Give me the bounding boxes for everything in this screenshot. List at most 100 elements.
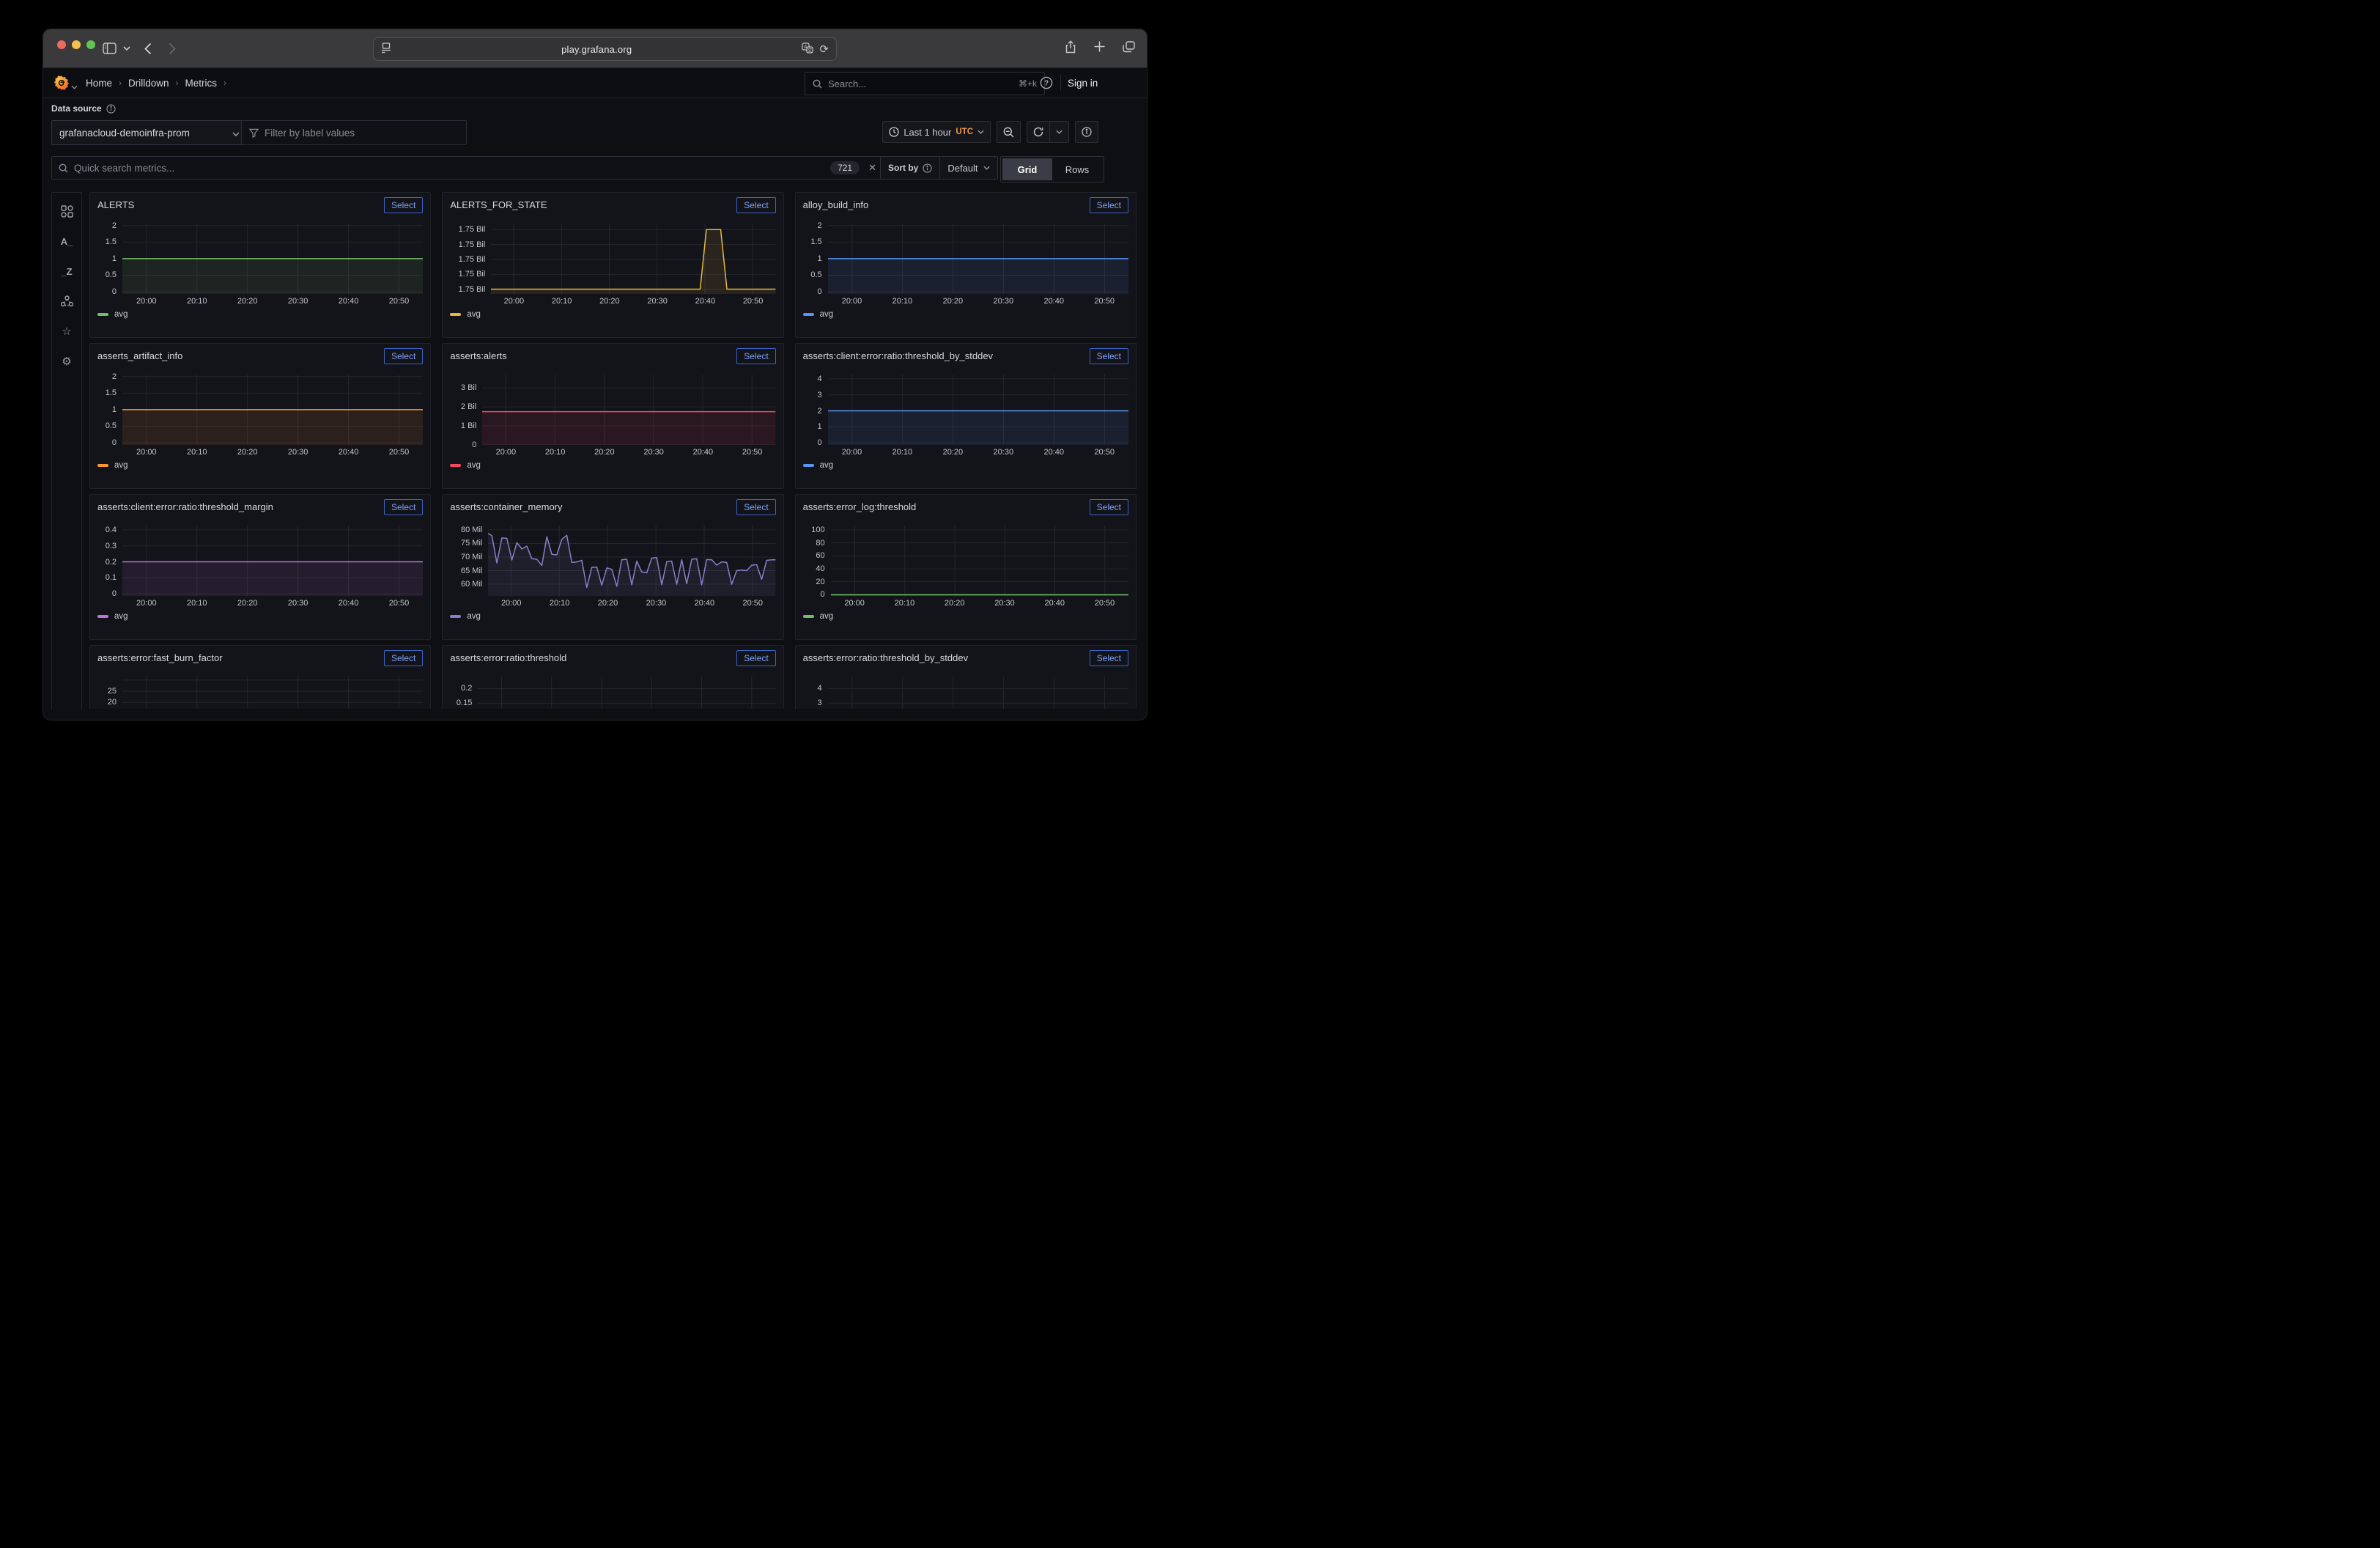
y-tick-label: 1.75 Bil bbox=[459, 270, 486, 279]
legend-label[interactable]: avg bbox=[114, 461, 128, 470]
tab-overview-icon[interactable] bbox=[1123, 41, 1135, 56]
x-axis: 20:0020:1020:2020:3020:4020:50 bbox=[122, 596, 423, 609]
forward-icon[interactable] bbox=[165, 29, 180, 67]
x-axis: 20:0020:1020:2020:3020:4020:50 bbox=[491, 294, 775, 307]
legend-swatch-icon bbox=[803, 615, 814, 618]
metric-panel: ALERTSSelect21.510.5020:0020:1020:2020:3… bbox=[89, 192, 431, 338]
label-filter-input[interactable]: Filter by label values bbox=[241, 120, 467, 145]
sidebar-toggle-icon[interactable] bbox=[100, 29, 118, 67]
legend-label[interactable]: avg bbox=[467, 310, 481, 319]
data-source-label-text: Data source bbox=[51, 103, 102, 114]
reload-icon[interactable]: ⟳ bbox=[819, 43, 829, 56]
address-bar[interactable]: play.grafana.org A 文 ⟳ bbox=[373, 37, 837, 61]
chart-plot-area[interactable] bbox=[122, 375, 423, 445]
select-button[interactable]: Select bbox=[736, 348, 775, 364]
view-grid-button[interactable]: Grid bbox=[1002, 158, 1052, 180]
legend-label[interactable]: avg bbox=[820, 612, 834, 621]
quick-search-input[interactable]: Quick search metrics... 721 ✕ bbox=[51, 156, 887, 180]
chart-plot-area[interactable] bbox=[478, 677, 775, 709]
chart-plot-area[interactable] bbox=[828, 375, 1128, 445]
help-icon[interactable]: ? bbox=[1040, 76, 1053, 93]
metric-panel: asserts:alertsSelect3 Bil2 Bil1 Bil020:0… bbox=[442, 343, 783, 489]
new-tab-icon[interactable] bbox=[1094, 41, 1105, 56]
url-text: play.grafana.org bbox=[391, 44, 802, 55]
refresh-button[interactable] bbox=[1027, 122, 1049, 142]
clear-search-icon[interactable]: ✕ bbox=[865, 162, 879, 174]
legend: avg bbox=[97, 612, 423, 621]
y-tick-label: 1 bbox=[818, 254, 822, 263]
layout-grid-icon[interactable] bbox=[60, 204, 73, 218]
chart-plot-area[interactable] bbox=[122, 526, 423, 596]
info-button[interactable] bbox=[1075, 121, 1098, 143]
metric-panel: asserts:error:ratio:thresholdSelect0.20.… bbox=[442, 645, 783, 709]
star-icon[interactable]: ☆ bbox=[60, 325, 73, 338]
legend-label[interactable]: avg bbox=[467, 461, 481, 470]
chart-plot-area[interactable] bbox=[488, 526, 775, 596]
select-button[interactable]: Select bbox=[736, 650, 775, 666]
time-range-picker[interactable]: Last 1 hour UTC bbox=[882, 121, 991, 143]
minimize-window-button[interactable] bbox=[72, 40, 81, 49]
legend-label[interactable]: avg bbox=[467, 612, 481, 621]
metric-panel: asserts:client:error:ratio:threshold_by_… bbox=[795, 343, 1137, 489]
grafana-logo-icon[interactable] bbox=[54, 75, 69, 94]
refresh-interval-dropdown[interactable] bbox=[1049, 122, 1068, 142]
select-button[interactable]: Select bbox=[384, 348, 423, 364]
y-tick-label: 3 bbox=[818, 391, 822, 399]
select-button[interactable]: Select bbox=[1090, 499, 1128, 515]
chart-plot-area[interactable] bbox=[831, 526, 1128, 596]
chart-plot-area[interactable] bbox=[482, 375, 775, 445]
sort-az-icon[interactable]: A_ bbox=[60, 235, 73, 248]
view-rows-button[interactable]: Rows bbox=[1052, 158, 1102, 180]
chevron-down-icon bbox=[978, 130, 984, 134]
group-icon[interactable] bbox=[60, 295, 73, 308]
share-icon[interactable] bbox=[1065, 40, 1076, 57]
legend-label[interactable]: avg bbox=[114, 310, 128, 319]
breadcrumb-metrics[interactable]: Metrics bbox=[185, 78, 218, 89]
time-range-value: Last 1 hour bbox=[903, 127, 951, 138]
chart-plot-area[interactable] bbox=[122, 224, 423, 294]
breadcrumb-home[interactable]: Home bbox=[86, 78, 112, 89]
select-button[interactable]: Select bbox=[1090, 650, 1128, 666]
select-button[interactable]: Select bbox=[736, 197, 775, 213]
info-icon[interactable] bbox=[106, 104, 116, 114]
chart-plot-area[interactable] bbox=[122, 677, 423, 709]
refresh-icon bbox=[1033, 127, 1043, 137]
sign-in-button[interactable]: Sign in bbox=[1068, 68, 1098, 97]
zoom-out-button[interactable] bbox=[997, 121, 1021, 143]
x-tick-label: 20:50 bbox=[389, 297, 410, 306]
select-button[interactable]: Select bbox=[1090, 348, 1128, 364]
sort-by-label: Sort by bbox=[881, 157, 939, 179]
select-button[interactable]: Select bbox=[1090, 197, 1128, 213]
x-tick-label: 20:50 bbox=[1094, 448, 1115, 457]
org-switcher-chevron-icon[interactable] bbox=[71, 80, 78, 93]
legend-label[interactable]: avg bbox=[114, 612, 128, 621]
select-button[interactable]: Select bbox=[736, 499, 775, 515]
breadcrumb-drilldown[interactable]: Drilldown bbox=[128, 78, 169, 89]
sidebar-chevron-icon[interactable] bbox=[121, 29, 133, 67]
metrics-dashboard: A_ _Z ☆ ⚙ ALERTSSelect21.510.5020:0020:1… bbox=[51, 187, 1139, 709]
legend: avg bbox=[450, 461, 775, 470]
data-source-select[interactable]: grafanacloud-demoinfra-prom bbox=[51, 120, 248, 145]
legend-label[interactable]: avg bbox=[820, 310, 834, 319]
close-window-button[interactable] bbox=[57, 40, 66, 49]
select-button[interactable]: Select bbox=[384, 650, 423, 666]
back-icon[interactable] bbox=[141, 29, 155, 67]
legend-label[interactable]: avg bbox=[820, 461, 834, 470]
chart-plot-area[interactable] bbox=[828, 224, 1128, 294]
global-search-input[interactable]: Search... ⌘+k bbox=[805, 72, 1045, 95]
select-button[interactable]: Select bbox=[384, 499, 423, 515]
zoom-window-button[interactable] bbox=[86, 40, 95, 49]
y-tick-label: 0 bbox=[818, 287, 822, 296]
gear-icon[interactable]: ⚙ bbox=[60, 355, 73, 368]
select-button[interactable]: Select bbox=[384, 197, 423, 213]
x-tick-label: 20:40 bbox=[1043, 297, 1064, 306]
sort-by-select[interactable]: Default bbox=[939, 157, 997, 179]
sort-za-icon[interactable]: _Z bbox=[60, 265, 73, 278]
y-tick-label: 3 bbox=[818, 699, 822, 707]
chart-plot-area[interactable] bbox=[828, 677, 1128, 709]
reader-view-icon[interactable] bbox=[381, 43, 391, 56]
translate-icon[interactable]: A 文 bbox=[802, 43, 813, 56]
info-icon[interactable] bbox=[923, 163, 932, 173]
chart-plot-area[interactable] bbox=[491, 224, 775, 294]
x-axis: 20:0020:1020:2020:3020:4020:50 bbox=[831, 596, 1128, 609]
